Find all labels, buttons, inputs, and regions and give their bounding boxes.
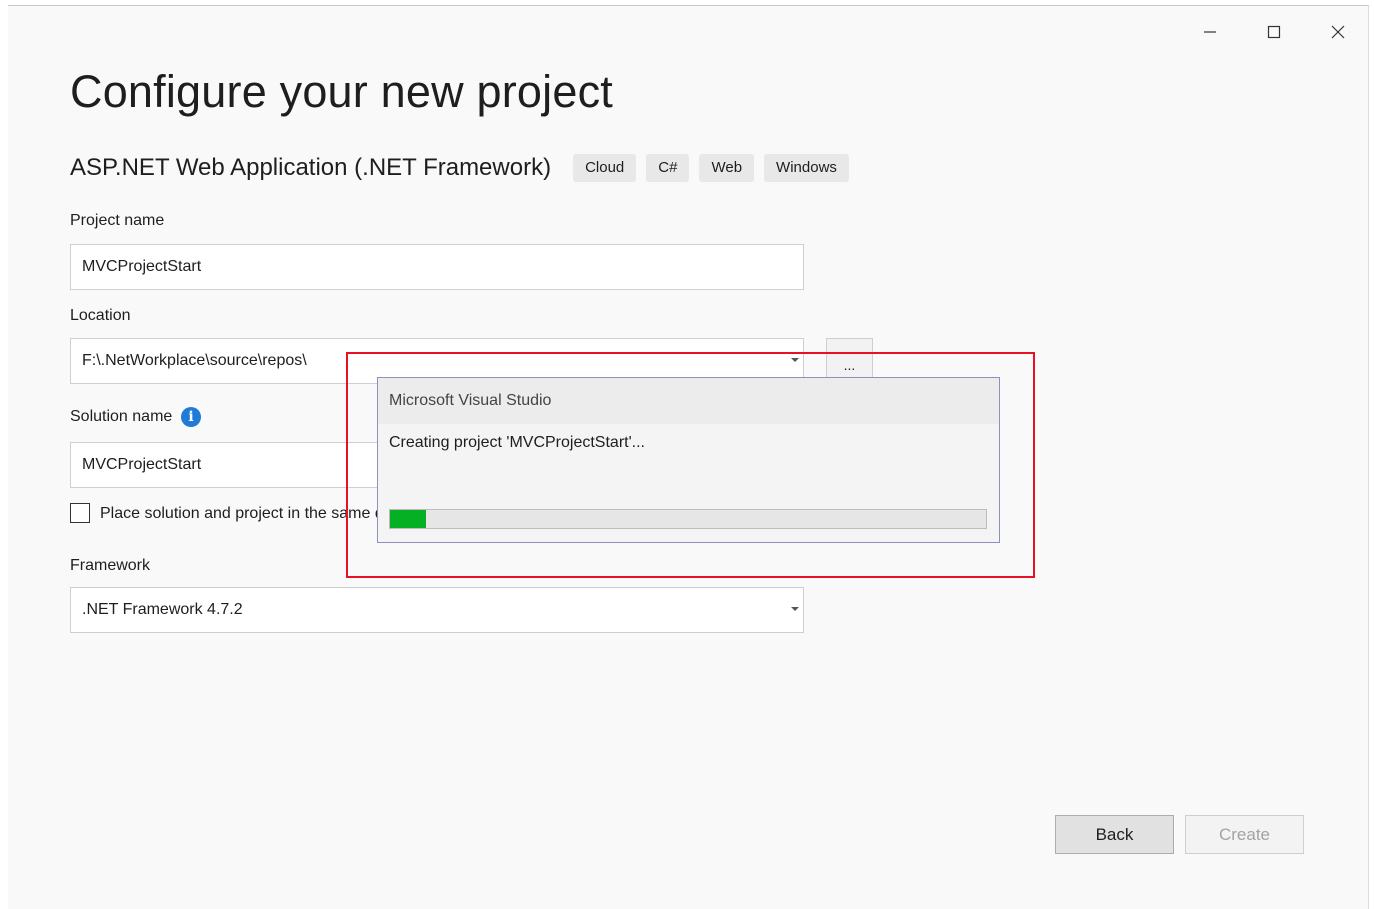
same-directory-checkbox[interactable] bbox=[70, 503, 90, 523]
framework-combobox[interactable]: .NET Framework 4.7.2 bbox=[70, 587, 804, 633]
close-icon bbox=[1331, 25, 1345, 39]
location-dropdown-arrow-icon[interactable] bbox=[791, 358, 799, 362]
close-button[interactable] bbox=[1318, 16, 1358, 48]
minimize-icon bbox=[1204, 31, 1216, 33]
progress-bar bbox=[389, 509, 987, 529]
back-button[interactable]: Back bbox=[1055, 815, 1174, 854]
project-name-input[interactable]: MVCProjectStart bbox=[70, 244, 804, 290]
template-row: ASP.NET Web Application (.NET Framework)… bbox=[70, 154, 859, 182]
template-name: ASP.NET Web Application (.NET Framework) bbox=[70, 154, 552, 181]
info-icon[interactable]: i bbox=[181, 407, 201, 427]
tag-csharp: C# bbox=[646, 154, 690, 182]
progress-dialog: Microsoft Visual Studio Creating project… bbox=[377, 377, 1000, 543]
progress-dialog-title: Microsoft Visual Studio bbox=[378, 378, 999, 424]
progress-bar-fill bbox=[390, 510, 426, 528]
framework-label: Framework bbox=[70, 557, 151, 574]
framework-value: .NET Framework 4.7.2 bbox=[82, 601, 243, 618]
create-button[interactable]: Create bbox=[1185, 815, 1304, 854]
location-value: F:\.NetWorkplace\source\repos\ bbox=[82, 352, 307, 369]
tag-windows: Windows bbox=[764, 154, 849, 182]
solution-name-label: Solution name bbox=[70, 408, 173, 425]
tag-web: Web bbox=[699, 154, 755, 182]
page-title: Configure your new project bbox=[70, 66, 613, 117]
tag-cloud: Cloud bbox=[573, 154, 637, 182]
maximize-icon bbox=[1267, 25, 1281, 39]
minimize-button[interactable] bbox=[1190, 16, 1230, 48]
project-name-label: Project name bbox=[70, 212, 165, 229]
dialog-window: Configure your new project ASP.NET Web A… bbox=[8, 5, 1369, 909]
maximize-button[interactable] bbox=[1254, 16, 1294, 48]
location-label: Location bbox=[70, 307, 131, 324]
progress-dialog-message: Creating project 'MVCProjectStart'... bbox=[389, 434, 645, 451]
framework-dropdown-arrow-icon[interactable] bbox=[791, 607, 799, 611]
